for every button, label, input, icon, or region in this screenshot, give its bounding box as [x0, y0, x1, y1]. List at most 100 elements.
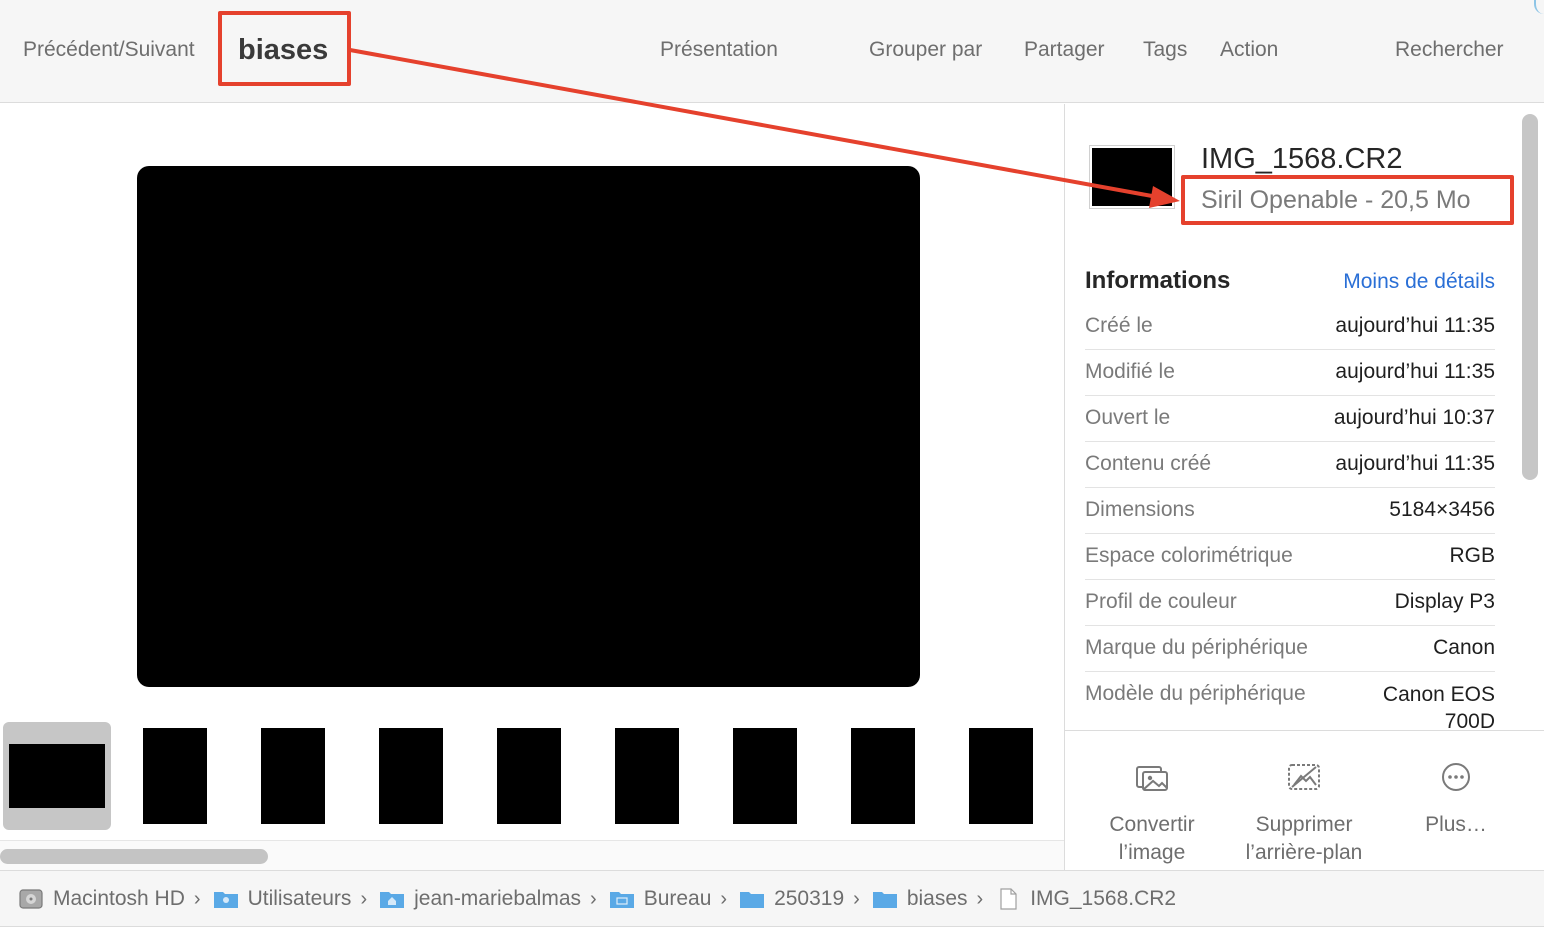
thumbnail[interactable]: [379, 728, 443, 824]
chevron-right-icon: ›: [590, 887, 597, 910]
convert-image-button[interactable]: Convertir l’image: [1072, 751, 1232, 867]
thumbnail[interactable]: [615, 728, 679, 824]
file-thumbnail: [1090, 146, 1174, 208]
remove-background-button[interactable]: Supprimer l’arrière-plan: [1224, 751, 1384, 867]
path-item-home[interactable]: jean-mariebalmas: [379, 885, 581, 913]
thumbnail[interactable]: [261, 728, 325, 824]
info-header: Informations Moins de détails: [1085, 266, 1495, 296]
more-button[interactable]: Plus…: [1376, 751, 1536, 839]
info-list: Créé le aujourd’hui 11:35 Modifié le aujou…: [1085, 304, 1495, 733]
thumbnail[interactable]: [497, 728, 561, 824]
convert-label-1: Convertir: [1109, 813, 1195, 836]
path-bar: Macintosh HD › Utilisateurs › jean-marie…: [0, 870, 1544, 927]
chevron-right-icon: ›: [976, 887, 984, 910]
info-title: Informations: [1085, 267, 1231, 294]
remove-background-icon: [1288, 764, 1320, 790]
gallery-preview: [0, 104, 1064, 870]
ellipsis-circle-icon: [1442, 763, 1470, 791]
info-key: Dimensions: [1085, 498, 1195, 521]
window-title: biases: [238, 34, 329, 66]
info-key: Modèle du périphérique: [1085, 682, 1306, 705]
document-icon: [1000, 888, 1017, 910]
info-row: Espace colorimétrique RGB: [1085, 534, 1495, 580]
info-row: Profil de couleur Display P3: [1085, 580, 1495, 626]
thumbnail-selected[interactable]: [3, 722, 111, 830]
user-folder-icon: [213, 892, 238, 908]
remove-bg-label-1: Supprimer: [1255, 813, 1353, 836]
tags-button[interactable]: Tags: [1143, 36, 1187, 64]
info-key: Espace colorimétrique: [1085, 544, 1293, 567]
home-folder-icon: [380, 892, 405, 908]
file-kind-size: Siril Openable - 20,5 Mo: [1201, 186, 1471, 214]
info-row: Modifié le aujourd’hui 11:35: [1085, 350, 1495, 396]
thumbnail[interactable]: [143, 728, 207, 824]
toolbar: Précédent/Suivant biases Présentation Gr…: [0, 0, 1544, 103]
horizontal-scrollbar[interactable]: [0, 840, 1064, 870]
group-by-button[interactable]: Grouper par: [869, 36, 982, 64]
main-image-preview[interactable]: [137, 166, 920, 687]
remove-bg-label-2: l’arrière-plan: [1245, 841, 1363, 864]
desktop-folder-icon: [609, 892, 634, 908]
info-row: Marque du périphérique Canon: [1085, 626, 1495, 672]
path-label: Bureau: [643, 887, 712, 910]
info-row: Dimensions 5184×3456: [1085, 488, 1495, 534]
thumbnail-image: [9, 744, 105, 808]
info-row: Contenu créé aujourd’hui 11:35: [1085, 442, 1495, 488]
path-item-file[interactable]: IMG_1568.CR2: [995, 885, 1176, 913]
horizontal-scroll-thumb[interactable]: [0, 849, 268, 864]
info-value: aujourd’hui 10:37: [1333, 406, 1495, 429]
convert-label-2: l’image: [1118, 841, 1186, 864]
path-label: 250319: [774, 887, 845, 910]
info-key: Marque du périphérique: [1085, 636, 1308, 659]
info-row: Modèle du périphérique Canon EOS 700D: [1085, 672, 1495, 733]
info-value: Canon: [1433, 636, 1495, 659]
hard-disk-icon: [19, 889, 43, 909]
path-item-biases[interactable]: biases: [872, 885, 968, 913]
file-name: IMG_1568.CR2: [1201, 143, 1403, 175]
action-button[interactable]: Action: [1220, 36, 1278, 64]
vertical-scroll-thumb[interactable]: [1522, 114, 1538, 480]
back-forward-button[interactable]: Précédent/Suivant: [23, 36, 195, 64]
search-button[interactable]: Rechercher: [1395, 36, 1504, 64]
info-value: aujourd’hui 11:35: [1335, 452, 1495, 475]
info-value: aujourd’hui 11:35: [1335, 360, 1495, 383]
thumbnail[interactable]: [733, 728, 797, 824]
info-row: Ouvert le aujourd’hui 10:37: [1085, 396, 1495, 442]
more-label: Plus…: [1425, 813, 1487, 836]
thumbnail[interactable]: [969, 728, 1033, 824]
thumbnail[interactable]: [851, 728, 915, 824]
info-key: Contenu créé: [1085, 452, 1212, 475]
info-value: 5184×3456: [1389, 498, 1495, 521]
chevron-right-icon: ›: [193, 887, 201, 910]
path-item-utilisateurs[interactable]: Utilisateurs: [213, 885, 352, 913]
info-key: Modifié le: [1085, 360, 1175, 383]
path-item-250319[interactable]: 250319: [739, 885, 844, 913]
path-label: biases: [906, 887, 968, 910]
path-item-bureau[interactable]: Bureau: [609, 885, 712, 913]
presentation-button[interactable]: Présentation: [660, 36, 778, 64]
info-key: Créé le: [1085, 314, 1153, 337]
path-label: Macintosh HD: [53, 887, 185, 910]
path-item-macintosh-hd[interactable]: Macintosh HD: [18, 885, 185, 913]
window-corner: [1534, 0, 1544, 14]
info-value: aujourd’hui 11:35: [1335, 314, 1495, 337]
thumbnail-strip: [0, 722, 1064, 832]
info-row: Créé le aujourd’hui 11:35: [1085, 304, 1495, 350]
info-value: Canon EOS 700D: [1382, 683, 1495, 733]
path-label: IMG_1568.CR2: [1030, 887, 1177, 910]
chevron-right-icon: ›: [360, 887, 368, 910]
inspector-panel: IMG_1568.CR2 Siril Openable - 20,5 Mo In…: [1065, 104, 1544, 870]
chevron-right-icon: ›: [720, 887, 728, 910]
info-key: Ouvert le: [1085, 406, 1171, 429]
path-label: jean-mariebalmas: [414, 887, 582, 910]
folder-icon: [740, 892, 765, 908]
folder-icon: [872, 892, 897, 908]
chevron-right-icon: ›: [853, 887, 860, 910]
info-value: RGB: [1449, 544, 1495, 567]
less-details-link[interactable]: Moins de détails: [1343, 268, 1495, 296]
share-button[interactable]: Partager: [1024, 36, 1105, 64]
info-key: Profil de couleur: [1085, 590, 1237, 613]
path-label: Utilisateurs: [247, 887, 352, 910]
photo-convert-icon: [1136, 766, 1168, 791]
info-value: Display P3: [1394, 590, 1495, 613]
